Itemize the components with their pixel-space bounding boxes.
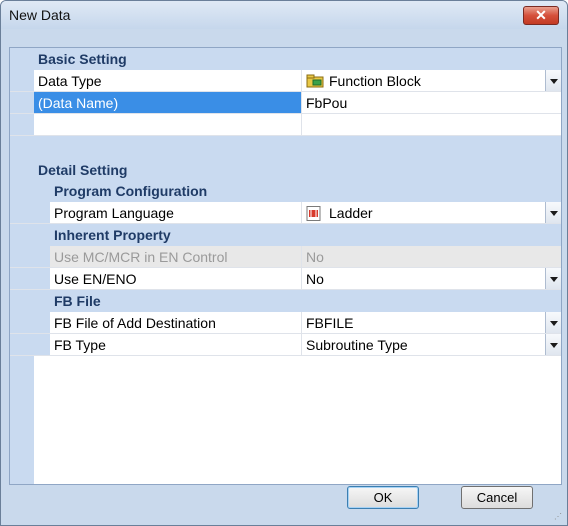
property-label: (Data Name) — [38, 95, 119, 111]
row-fb-type[interactable]: FB Type Subroutine Type — [10, 334, 561, 356]
function-block-icon — [306, 74, 324, 88]
property-value-cell[interactable]: Function Block — [302, 70, 561, 91]
property-value-cell[interactable]: No — [302, 268, 561, 289]
property-value: Subroutine Type — [306, 337, 408, 353]
row-margin — [10, 246, 50, 267]
property-name-cell: FB Type — [50, 334, 302, 355]
property-value-cell[interactable]: FBFILE — [302, 312, 561, 333]
data-name-value: FbPou — [306, 95, 348, 111]
dropdown-arrow-button[interactable] — [545, 70, 561, 91]
property-name-cell: (Data Name) — [34, 92, 302, 113]
property-value-cell[interactable]: FbPou — [302, 92, 561, 113]
row-margin — [10, 70, 34, 91]
section-label: Inherent Property — [54, 227, 171, 243]
dropdown-arrow-button[interactable] — [545, 312, 561, 333]
property-value: No — [306, 249, 324, 265]
property-value-cell[interactable]: Ladder — [302, 202, 561, 223]
row-data-type[interactable]: Data Type Function Block — [10, 70, 561, 92]
section-inherent-property[interactable]: Inherent Property — [10, 224, 561, 246]
property-label: Use EN/ENO — [54, 271, 137, 287]
dialog-title: New Data — [9, 7, 71, 23]
dropdown-arrow-button[interactable] — [545, 334, 561, 355]
property-name-cell: Data Type — [34, 70, 302, 91]
property-name-cell — [34, 114, 302, 135]
property-grid: Basic Setting Data Type Function Block (… — [9, 47, 562, 485]
row-margin — [10, 202, 50, 223]
dropdown-arrow-button[interactable] — [545, 202, 561, 223]
property-name-cell: Use EN/ENO — [50, 268, 302, 289]
row-use-mc-mcr: Use MC/MCR in EN Control No — [10, 246, 561, 268]
property-label: FB Type — [54, 337, 106, 353]
property-value-cell — [302, 114, 561, 135]
row-fb-file-destination[interactable]: FB File of Add Destination FBFILE — [10, 312, 561, 334]
row-empty — [10, 114, 561, 136]
property-label: Program Language — [54, 205, 174, 221]
grid-left-margin-fill — [10, 356, 34, 484]
section-label: FB File — [54, 293, 101, 309]
row-margin — [10, 268, 50, 289]
section-label: Basic Setting — [38, 51, 127, 67]
property-value: Ladder — [329, 205, 373, 221]
row-margin — [10, 114, 34, 135]
new-data-dialog: New Data ✕ Basic Setting Data Type Funct… — [0, 0, 568, 526]
resize-grip-icon[interactable]: ⋰ — [554, 512, 564, 522]
section-fb-file[interactable]: FB File — [10, 290, 561, 312]
section-label: Program Configuration — [54, 183, 208, 199]
section-detail-setting[interactable]: Detail Setting — [10, 136, 561, 180]
row-use-en-eno[interactable]: Use EN/ENO No — [10, 268, 561, 290]
section-program-configuration[interactable]: Program Configuration — [10, 180, 561, 202]
row-margin — [10, 92, 34, 113]
property-value: FBFILE — [306, 315, 354, 331]
ok-button[interactable]: OK — [347, 486, 419, 509]
property-label: Use MC/MCR in EN Control — [54, 249, 228, 265]
property-value: No — [306, 271, 324, 287]
property-name-cell: FB File of Add Destination — [50, 312, 302, 333]
property-name-cell: Use MC/MCR in EN Control — [50, 246, 302, 267]
property-value-cell[interactable]: Subroutine Type — [302, 334, 561, 355]
row-data-name[interactable]: (Data Name) FbPou — [10, 92, 561, 114]
property-label: Data Type — [38, 73, 102, 89]
ladder-icon — [306, 206, 321, 221]
property-value: Function Block — [329, 73, 421, 89]
title-bar[interactable]: New Data ✕ — [1, 1, 567, 29]
section-label: Detail Setting — [38, 162, 128, 178]
property-name-cell: Program Language — [50, 202, 302, 223]
cancel-button[interactable]: Cancel — [461, 486, 533, 509]
row-margin — [10, 334, 50, 355]
property-label: FB File of Add Destination — [54, 315, 216, 331]
row-margin — [10, 312, 50, 333]
close-button[interactable]: ✕ — [523, 6, 559, 25]
row-program-language[interactable]: Program Language Ladder — [10, 202, 561, 224]
dropdown-arrow-button[interactable] — [545, 268, 561, 289]
section-basic-setting[interactable]: Basic Setting — [10, 48, 561, 70]
property-value-cell: No — [302, 246, 561, 267]
